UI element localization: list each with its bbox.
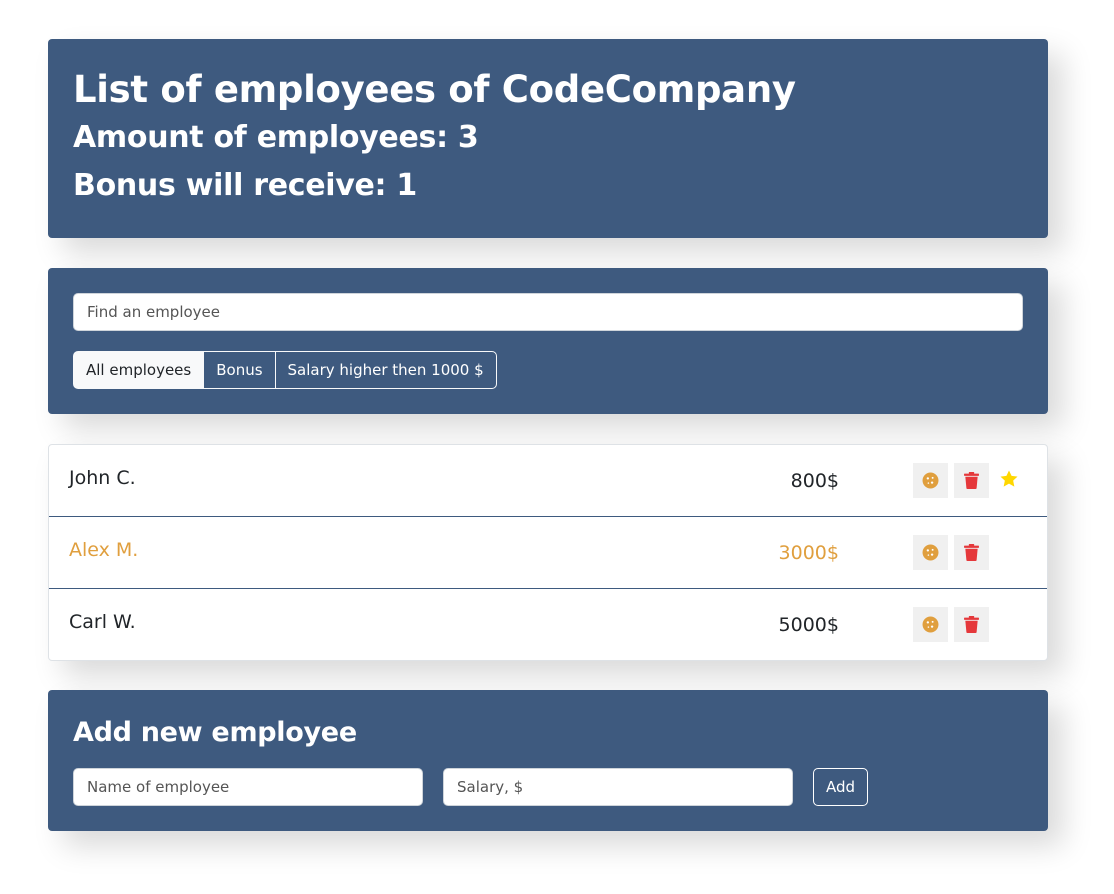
cookie-icon	[922, 472, 939, 489]
employee-count: Amount of employees: 3	[73, 120, 479, 155]
add-button[interactable]: Add	[813, 768, 869, 806]
add-form: Add	[73, 768, 1023, 806]
add-form-title: Add new employee	[73, 717, 357, 748]
employees-list: John C. 800$ Alex M. 3000$ Carl W. 5000$	[48, 444, 1048, 661]
employee-salary[interactable]: 3000$	[689, 542, 839, 564]
add-employee-panel: Add new employee Add	[48, 690, 1048, 831]
trash-icon	[964, 616, 979, 633]
cookie-icon	[922, 616, 939, 633]
salary-input[interactable]	[443, 768, 793, 806]
delete-button[interactable]	[954, 607, 989, 642]
toggle-increase-button[interactable]	[913, 463, 948, 498]
delete-button[interactable]	[954, 535, 989, 570]
list-item: John C. 800$	[49, 445, 1047, 517]
filter-group: All employees Bonus Salary higher then 1…	[73, 351, 1023, 389]
toggle-increase-button[interactable]	[913, 607, 948, 642]
search-input[interactable]	[73, 293, 1023, 331]
toggle-increase-button[interactable]	[913, 535, 948, 570]
employee-salary[interactable]: 5000$	[689, 614, 839, 636]
app-info: List of employees of CodeCompany Amount …	[48, 39, 1048, 238]
trash-icon	[964, 544, 979, 561]
delete-button[interactable]	[954, 463, 989, 498]
bonus-count: Bonus will receive: 1	[73, 168, 417, 203]
star-icon	[1000, 470, 1018, 487]
list-item: Carl W. 5000$	[49, 589, 1047, 661]
page-title: List of employees of CodeCompany	[73, 68, 796, 111]
list-item: Alex M. 3000$	[49, 517, 1047, 589]
search-panel: All employees Bonus Salary higher then 1…	[48, 268, 1048, 414]
filter-bonus-button[interactable]: Bonus	[203, 351, 276, 389]
trash-icon	[964, 472, 979, 489]
employee-salary[interactable]: 800$	[689, 470, 839, 492]
employee-name[interactable]: Carl W.	[69, 611, 136, 633]
filter-all-button[interactable]: All employees	[73, 351, 205, 389]
employee-name[interactable]: Alex M.	[69, 539, 138, 561]
name-input[interactable]	[73, 768, 423, 806]
filter-salary-button[interactable]: Salary higher then 1000 $	[274, 351, 497, 389]
employee-name[interactable]: John C.	[69, 467, 136, 489]
cookie-icon	[922, 544, 939, 561]
